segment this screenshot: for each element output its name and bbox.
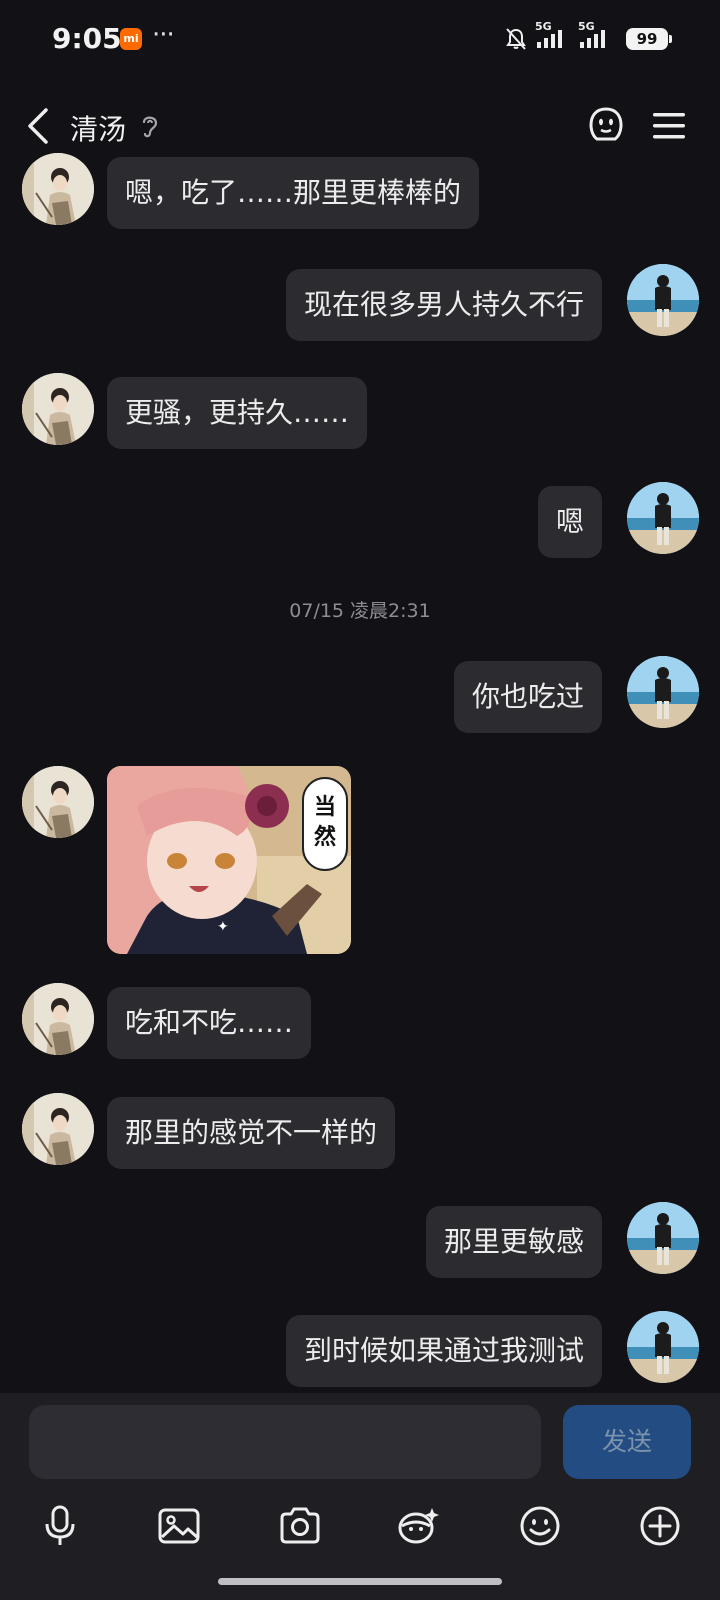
battery-indicator: 99 [626,28,672,50]
menu-icon[interactable] [652,112,686,140]
signal-strength-2: 5G [578,20,608,50]
message-bubble[interactable]: 那里的感觉不一样的 [107,1097,396,1169]
emoji-icon[interactable] [518,1504,562,1548]
my-avatar[interactable] [627,482,699,554]
message-bubble[interactable]: 现在很多男人持久不行 [285,269,602,341]
chat-title: 清汤 [70,113,127,146]
my-avatar[interactable] [627,1311,699,1383]
sticker-caption-2: 然 [314,824,336,850]
contact-avatar[interactable] [22,766,94,838]
mic-icon[interactable] [38,1504,82,1548]
sticker-icon[interactable] [396,1504,440,1548]
camera-icon[interactable] [278,1504,322,1548]
network-type-2: 5G [578,20,595,33]
network-type-1: 5G [535,20,552,33]
plus-icon[interactable] [638,1504,682,1548]
status-time: 9:05 [52,22,122,55]
mi-logo-icon: mi [120,28,142,50]
image-icon[interactable] [157,1504,201,1548]
message-bubble[interactable]: 嗯，吃了……那里更棒棒的 [107,157,480,229]
svg-text:✦: ✦ [217,919,229,935]
message-bubble[interactable]: 那里更敏感 [425,1206,602,1278]
message-bubble[interactable]: 更骚，更持久…… [107,377,368,449]
message-bubble[interactable]: 到时候如果通过我测试 [285,1315,602,1387]
sticker-image[interactable]: 当 然 ✦ [107,766,351,954]
message-bubble[interactable]: 吃和不吃…… [107,987,312,1059]
send-button[interactable]: 发送 [563,1405,691,1479]
bell-muted-icon [506,28,526,50]
contact-avatar[interactable] [22,983,94,1055]
contact-avatar[interactable] [22,153,94,225]
more-notifications-icon: ··· [152,20,175,50]
sticker-caption-1: 当 [314,795,336,820]
my-avatar[interactable] [627,656,699,728]
my-avatar[interactable] [627,1202,699,1274]
back-arrow-icon[interactable] [24,106,52,146]
contact-avatar[interactable] [22,373,94,445]
my-avatar[interactable] [627,264,699,336]
signal-strength-1: 5G [535,20,565,50]
contact-avatar[interactable] [22,1093,94,1165]
qq-mascot-icon[interactable] [585,106,627,144]
timestamp-divider: 07/15 凌晨2:31 [289,600,431,622]
ear-icon [142,116,158,138]
message-bubble[interactable]: 嗯 [537,486,602,558]
home-indicator[interactable] [218,1578,502,1585]
message-input[interactable] [29,1405,541,1479]
message-bubble[interactable]: 你也吃过 [453,661,602,733]
